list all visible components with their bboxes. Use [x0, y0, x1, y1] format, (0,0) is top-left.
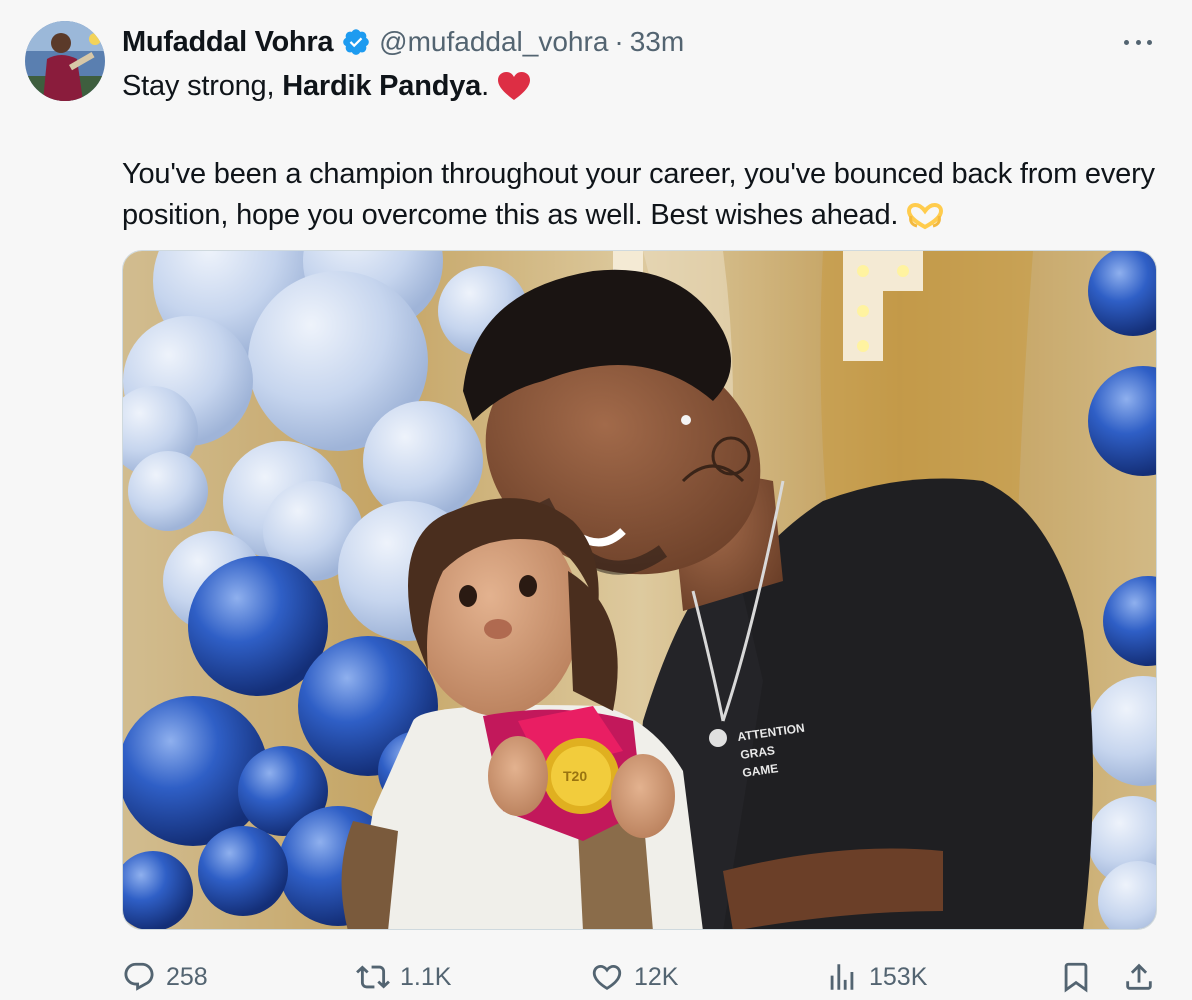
text-segment: .	[481, 70, 489, 102]
share-icon	[1122, 960, 1156, 994]
author-avatar[interactable]	[25, 21, 105, 101]
red-heart-emoji	[497, 71, 531, 113]
tweet-line-2: You've been a champion throughout your c…	[122, 154, 1172, 242]
tweet-timestamp[interactable]: 33m	[630, 26, 684, 58]
more-dot	[1147, 39, 1152, 45]
tweet-text: Stay strong, Hardik Pandya. You've been …	[122, 66, 1172, 242]
tweet-photo[interactable]: ATTENTION GRAS GAME T20	[122, 250, 1157, 930]
retweet-button[interactable]: 1.1K	[356, 955, 451, 999]
tweet-line-1: Stay strong, Hardik Pandya.	[122, 66, 1172, 113]
svg-text:T20: T20	[563, 768, 587, 784]
reply-count: 258	[166, 962, 208, 991]
bookmark-icon	[1059, 960, 1093, 994]
bookmark-button[interactable]	[1059, 955, 1093, 999]
verified-badge-icon[interactable]	[341, 27, 371, 57]
tweet-card: Mufaddal Vohra @mufaddal_vohra · 33m Sta…	[0, 0, 1192, 1000]
tweet-header: Mufaddal Vohra @mufaddal_vohra · 33m	[122, 22, 684, 62]
views-button[interactable]: 153K	[825, 955, 927, 999]
more-dot	[1135, 39, 1141, 45]
tweet-actions: 258 1.1K 12K 153K	[122, 955, 1162, 999]
retweet-icon	[356, 960, 390, 994]
more-icon[interactable]	[1120, 28, 1156, 56]
separator-dot: ·	[614, 26, 624, 57]
reply-button[interactable]: 258	[122, 955, 208, 999]
retweet-count: 1.1K	[400, 962, 452, 991]
text-segment: You've been a champion throughout your c…	[122, 158, 1155, 231]
more-dot	[1124, 39, 1129, 45]
text-segment: Stay strong,	[122, 70, 283, 102]
like-button[interactable]: 12K	[590, 955, 678, 999]
author-handle[interactable]: @mufaddal_vohra	[379, 26, 608, 58]
views-count: 153K	[869, 962, 928, 991]
share-button[interactable]	[1122, 955, 1156, 999]
views-icon	[825, 960, 859, 994]
author-name[interactable]: Mufaddal Vohra	[122, 26, 333, 59]
like-count: 12K	[634, 962, 679, 991]
reply-icon	[122, 960, 156, 994]
heart-hands-emoji	[906, 201, 944, 242]
like-icon	[590, 960, 624, 994]
mentioned-name: Hardik Pandya	[282, 70, 482, 102]
